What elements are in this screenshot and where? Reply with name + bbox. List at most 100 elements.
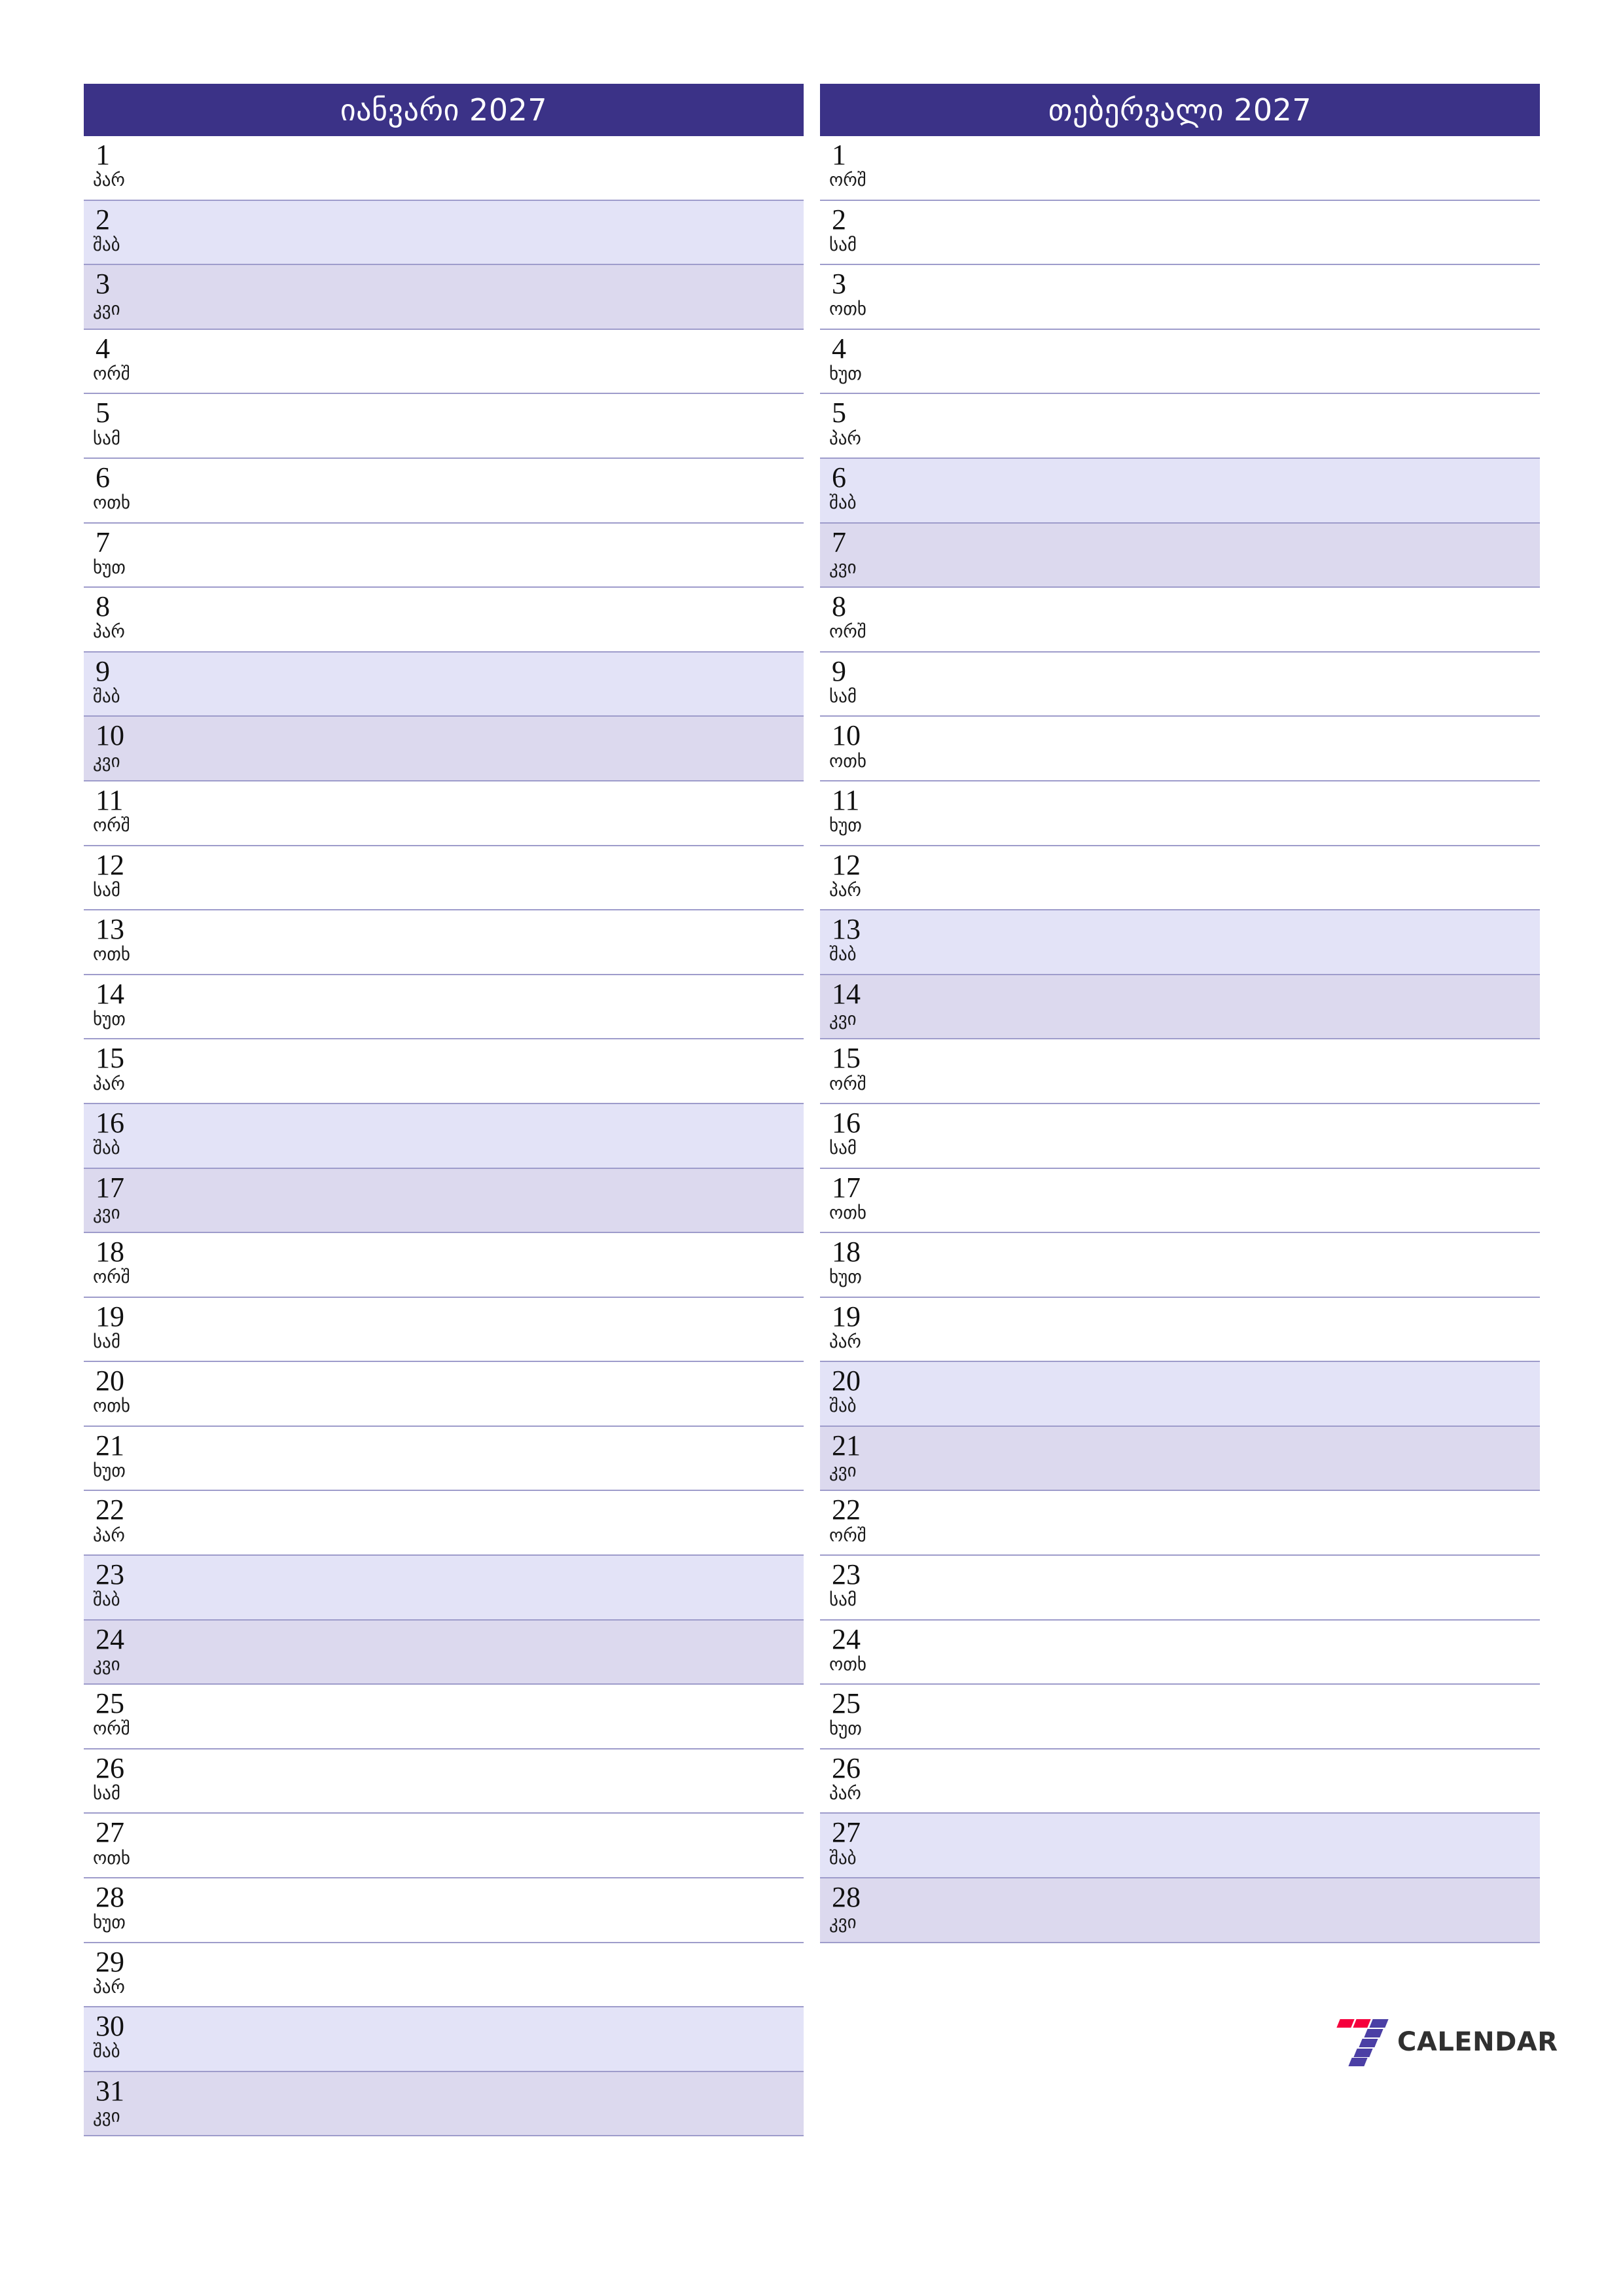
day-weekday-label: შაბ — [829, 944, 857, 965]
day-row[interactable]: 11 ორშ — [84, 781, 804, 846]
day-row[interactable]: 23 შაბ — [84, 1556, 804, 1621]
day-row[interactable]: 7 კვი — [820, 523, 1540, 588]
day-row[interactable]: 28 კვი — [820, 1878, 1540, 1943]
day-row[interactable]: 19 პარ — [820, 1297, 1540, 1363]
day-weekday-label: ოთხ — [93, 944, 130, 965]
day-row[interactable]: 16 სამ — [820, 1103, 1540, 1169]
day-row[interactable]: 9 სამ — [820, 652, 1540, 717]
day-weekday-label: პარ — [829, 1784, 861, 1804]
day-row[interactable]: 13 ოთხ — [84, 910, 804, 975]
day-row[interactable]: 2 შაბ — [84, 200, 804, 266]
day-number: 16 — [832, 1106, 861, 1139]
day-row[interactable]: 31 კვი — [84, 2072, 804, 2137]
day-row[interactable]: 18 ორშ — [84, 1233, 804, 1298]
day-row[interactable]: 10 კვი — [84, 717, 804, 781]
day-number: 26 — [96, 1751, 124, 1784]
day-row[interactable]: 29 პარ — [84, 1943, 804, 2008]
day-number: 24 — [832, 1623, 861, 1655]
day-row[interactable]: 19 სამ — [84, 1297, 804, 1363]
day-row[interactable]: 2 სამ — [820, 200, 1540, 266]
brand-logo-text: CALENDAR — [1397, 2026, 1558, 2057]
day-row[interactable]: 30 შაბ — [84, 2007, 804, 2072]
day-row[interactable]: 16 შაბ — [84, 1103, 804, 1169]
day-number: 13 — [832, 913, 861, 946]
day-row[interactable]: 21 ხუთ — [84, 1426, 804, 1492]
day-row[interactable]: 17 ოთხ — [820, 1168, 1540, 1234]
day-weekday-label: სამ — [829, 234, 857, 255]
day-row[interactable]: 8 ორშ — [820, 588, 1540, 653]
day-weekday-label: ხუთ — [93, 1461, 126, 1482]
day-weekday-label: ორშ — [829, 1073, 866, 1094]
day-number: 2 — [96, 203, 110, 236]
day-row[interactable]: 28 ხუთ — [84, 1878, 804, 1943]
day-number: 2 — [832, 203, 846, 236]
day-weekday-label: პარ — [93, 1977, 125, 1998]
day-row[interactable]: 5 სამ — [84, 394, 804, 459]
day-row[interactable]: 13 შაბ — [820, 910, 1540, 975]
day-number: 25 — [832, 1687, 861, 1720]
day-number: 23 — [96, 1558, 124, 1591]
day-row[interactable]: 6 შაბ — [820, 458, 1540, 524]
day-row[interactable]: 3 ოთხ — [820, 265, 1540, 330]
day-weekday-label: ოთხ — [93, 1396, 130, 1417]
day-weekday-label: კვი — [829, 1912, 857, 1933]
day-row[interactable]: 8 პარ — [84, 588, 804, 653]
day-weekday-label: კვი — [93, 2106, 120, 2126]
day-number: 11 — [832, 783, 860, 816]
day-number: 22 — [96, 1494, 124, 1526]
day-row[interactable]: 26 სამ — [84, 1749, 804, 1814]
day-row[interactable]: 14 კვი — [820, 975, 1540, 1040]
day-row[interactable]: 25 ხუთ — [820, 1685, 1540, 1749]
day-row[interactable]: 24 კვი — [84, 1620, 804, 1685]
day-row[interactable]: 23 სამ — [820, 1556, 1540, 1621]
day-weekday-label: პარ — [93, 622, 125, 643]
day-row[interactable]: 7 ხუთ — [84, 523, 804, 588]
day-row[interactable]: 18 ხუთ — [820, 1233, 1540, 1298]
day-number: 24 — [96, 1623, 124, 1655]
day-weekday-label: შაბ — [93, 234, 120, 255]
month-title-january: იანვარი 2027 — [340, 92, 548, 128]
day-row[interactable]: 26 პარ — [820, 1749, 1540, 1814]
day-row[interactable]: 20 ოთხ — [84, 1362, 804, 1427]
day-weekday-label: შაბ — [93, 2041, 120, 2062]
day-weekday-label: ხუთ — [93, 1912, 126, 1933]
day-row[interactable]: 1 პარ — [84, 136, 804, 201]
day-row[interactable]: 4 ორშ — [84, 329, 804, 395]
day-number: 18 — [96, 1236, 124, 1268]
day-row[interactable]: 3 კვი — [84, 265, 804, 330]
day-row[interactable]: 11 ხუთ — [820, 781, 1540, 846]
day-row[interactable]: 27 შაბ — [820, 1814, 1540, 1879]
day-weekday-label: ხუთ — [829, 1267, 862, 1288]
day-row[interactable]: 4 ხუთ — [820, 329, 1540, 395]
day-weekday-label: პარ — [93, 1525, 125, 1546]
day-row[interactable]: 15 პარ — [84, 1039, 804, 1104]
day-number: 20 — [96, 1365, 124, 1397]
day-weekday-label: სამ — [829, 1590, 857, 1611]
day-row[interactable]: 15 ორშ — [820, 1039, 1540, 1104]
day-row[interactable]: 12 სამ — [84, 846, 804, 911]
day-number: 7 — [96, 526, 110, 558]
day-row[interactable]: 6 ოთხ — [84, 458, 804, 524]
day-weekday-label: სამ — [93, 1331, 120, 1352]
day-weekday-label: სამ — [93, 880, 120, 901]
day-row[interactable]: 10 ოთხ — [820, 717, 1540, 781]
day-row[interactable]: 22 ორშ — [820, 1491, 1540, 1556]
day-row[interactable]: 27 ოთხ — [84, 1814, 804, 1879]
day-weekday-label: სამ — [829, 1138, 857, 1159]
day-row[interactable]: 5 პარ — [820, 394, 1540, 459]
day-row[interactable]: 17 კვი — [84, 1168, 804, 1234]
day-row[interactable]: 1 ორშ — [820, 136, 1540, 201]
day-row[interactable]: 22 პარ — [84, 1491, 804, 1556]
day-weekday-label: კვი — [93, 299, 120, 320]
day-row[interactable]: 9 შაბ — [84, 652, 804, 717]
day-row[interactable]: 25 ორშ — [84, 1685, 804, 1749]
day-row[interactable]: 14 ხუთ — [84, 975, 804, 1040]
day-row[interactable]: 12 პარ — [820, 846, 1540, 911]
day-row[interactable]: 20 შაბ — [820, 1362, 1540, 1427]
day-number: 28 — [832, 1881, 861, 1914]
day-row[interactable]: 21 კვი — [820, 1426, 1540, 1492]
day-number: 16 — [96, 1106, 124, 1139]
day-row[interactable]: 24 ოთხ — [820, 1620, 1540, 1685]
day-number: 6 — [96, 461, 110, 493]
day-number: 13 — [96, 913, 124, 946]
